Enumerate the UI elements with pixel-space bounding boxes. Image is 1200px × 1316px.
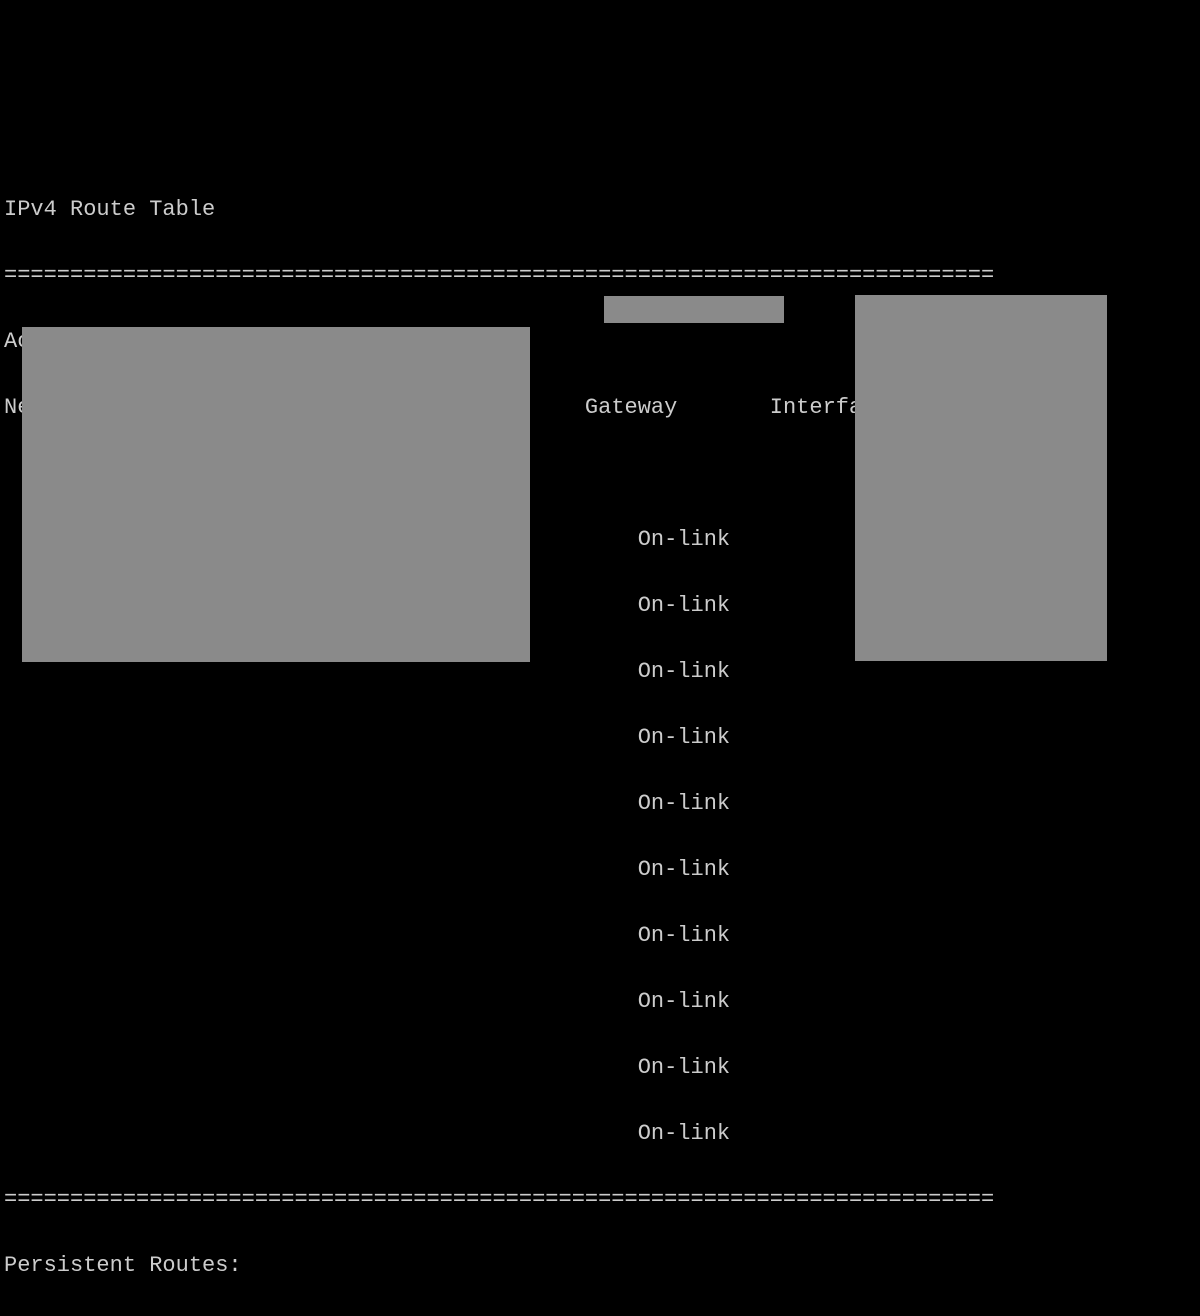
table-row: On-link (4, 985, 1196, 1018)
redacted-block (855, 295, 1107, 661)
redacted-block (604, 296, 784, 323)
cell-gateway: On-link (638, 923, 730, 948)
cell-gateway: On-link (638, 527, 730, 552)
table-row: On-link (4, 721, 1196, 754)
cell-gateway: On-link (638, 1055, 730, 1080)
cell-gateway: On-link (638, 725, 730, 750)
route-table-title: IPv4 Route Table (4, 193, 1196, 226)
divider-line: ========================================… (4, 259, 1196, 292)
table-row: On-link (4, 1117, 1196, 1150)
cell-gateway: On-link (638, 1121, 730, 1146)
header-gateway: Gateway (585, 395, 677, 420)
persistent-routes-label: Persistent Routes: (4, 1249, 1196, 1282)
cell-gateway: On-link (638, 791, 730, 816)
cell-gateway: On-link (638, 989, 730, 1014)
cell-gateway: On-link (638, 857, 730, 882)
table-row: On-link (4, 787, 1196, 820)
terminal-output: IPv4 Route Table =======================… (0, 132, 1200, 1316)
cell-gateway: On-link (638, 659, 730, 684)
table-row: On-link (4, 1051, 1196, 1084)
divider-line: ========================================… (4, 1183, 1196, 1216)
cell-gateway: On-link (638, 593, 730, 618)
redacted-block (22, 327, 530, 662)
table-row: On-link (4, 853, 1196, 886)
persistent-routes-value: None (4, 1315, 1196, 1316)
table-row: On-link (4, 919, 1196, 952)
